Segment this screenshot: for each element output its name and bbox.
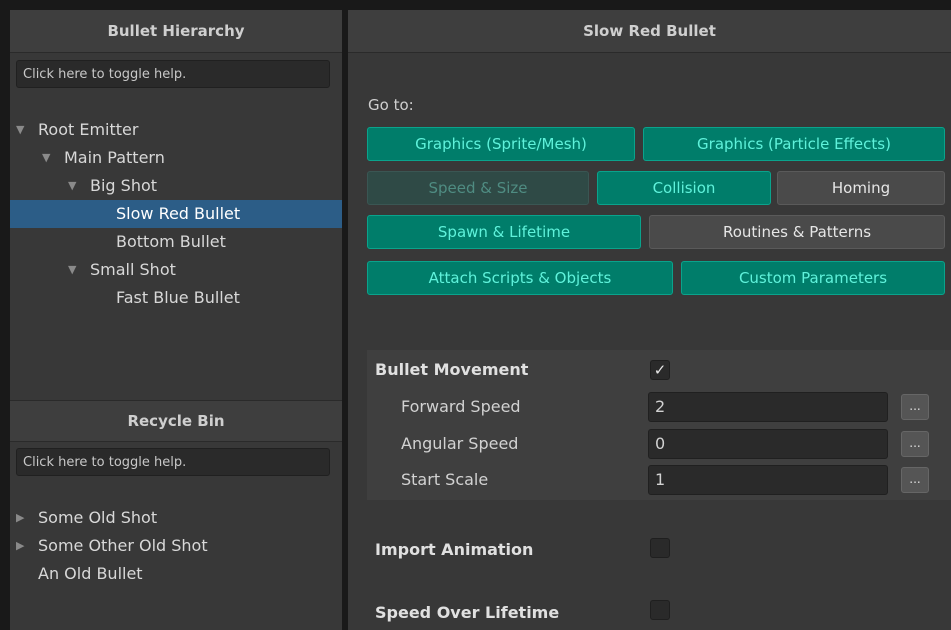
angular-speed-label: Angular Speed: [401, 434, 519, 453]
speed-over-lifetime-checkbox[interactable]: [650, 600, 670, 620]
angular-speed-row: Angular Speed 0 ...: [367, 427, 951, 461]
bullet-movement-label: Bullet Movement: [375, 360, 529, 379]
tree-item-bottom-bullet[interactable]: Bottom Bullet: [10, 228, 342, 256]
forward-speed-options-button[interactable]: ...: [901, 394, 929, 420]
forward-speed-input[interactable]: 2: [648, 392, 888, 422]
tree-item-root-emitter[interactable]: ▼ Root Emitter: [10, 116, 342, 144]
routines-patterns-button[interactable]: Routines & Patterns: [649, 215, 945, 249]
expand-triangle-icon[interactable]: ▼: [42, 144, 50, 172]
bin-item-some-old-shot[interactable]: ▶ Some Old Shot: [10, 504, 342, 532]
bullet-movement-row: Bullet Movement ✓: [367, 353, 951, 387]
tree-item-small-shot[interactable]: ▼ Small Shot: [10, 256, 342, 284]
bin-item-an-old-bullet[interactable]: An Old Bullet: [10, 560, 342, 588]
tree-item-label: Bottom Bullet: [116, 232, 226, 251]
bin-item-label: Some Old Shot: [38, 508, 158, 527]
tree-item-label: Main Pattern: [64, 148, 165, 167]
homing-button[interactable]: Homing: [777, 171, 945, 205]
hierarchy-help-toggle[interactable]: Click here to toggle help.: [16, 60, 330, 88]
bullet-inspector-panel: Slow Red Bullet Go to: Graphics (Sprite/…: [348, 10, 951, 630]
graphics-particle-effects-button[interactable]: Graphics (Particle Effects): [643, 127, 945, 161]
start-scale-label: Start Scale: [401, 470, 489, 489]
collision-button[interactable]: Collision: [597, 171, 771, 205]
bullet-movement-section: Bullet Movement ✓ Forward Speed 2 ... An…: [367, 350, 951, 500]
tree-item-label: Small Shot: [90, 260, 176, 279]
inspector-title: Slow Red Bullet: [348, 10, 951, 53]
collapsed-triangle-icon[interactable]: ▶: [16, 504, 24, 532]
collapsed-triangle-icon[interactable]: ▶: [16, 532, 24, 560]
spawn-lifetime-button[interactable]: Spawn & Lifetime: [367, 215, 641, 249]
angular-speed-options-button[interactable]: ...: [901, 431, 929, 457]
expand-triangle-icon[interactable]: ▼: [16, 116, 24, 144]
start-scale-input[interactable]: 1: [648, 465, 888, 495]
bullet-hierarchy-panel: Bullet Hierarchy Click here to toggle he…: [10, 10, 342, 630]
tree-item-label: Root Emitter: [38, 120, 139, 139]
tree-item-label: Slow Red Bullet: [116, 204, 241, 223]
attach-scripts-objects-button[interactable]: Attach Scripts & Objects: [367, 261, 673, 295]
expand-triangle-icon[interactable]: ▼: [68, 256, 76, 284]
tree-item-fast-blue-bullet[interactable]: Fast Blue Bullet: [10, 284, 342, 312]
speed-over-lifetime-label: Speed Over Lifetime: [375, 603, 560, 622]
tree-item-label: Fast Blue Bullet: [116, 288, 240, 307]
bullet-movement-checkbox[interactable]: ✓: [650, 360, 670, 380]
import-animation-label: Import Animation: [375, 540, 534, 559]
tree-item-big-shot[interactable]: ▼ Big Shot: [10, 172, 342, 200]
hierarchy-tree: ▼ Root Emitter ▼ Main Pattern ▼ Big Shot…: [10, 116, 342, 312]
custom-parameters-button[interactable]: Custom Parameters: [681, 261, 945, 295]
recycle-bin-help-toggle[interactable]: Click here to toggle help.: [16, 448, 330, 476]
forward-speed-row: Forward Speed 2 ...: [367, 390, 951, 424]
speed-size-button[interactable]: Speed & Size: [367, 171, 589, 205]
graphics-sprite-mesh-button[interactable]: Graphics (Sprite/Mesh): [367, 127, 635, 161]
start-scale-options-button[interactable]: ...: [901, 467, 929, 493]
angular-speed-input[interactable]: 0: [648, 429, 888, 459]
bin-item-some-other-old-shot[interactable]: ▶ Some Other Old Shot: [10, 532, 342, 560]
tree-item-slow-red-bullet[interactable]: Slow Red Bullet: [10, 200, 342, 228]
recycle-bin-tree: ▶ Some Old Shot ▶ Some Other Old Shot An…: [10, 504, 342, 588]
import-animation-checkbox[interactable]: [650, 538, 670, 558]
bin-item-label: An Old Bullet: [38, 564, 143, 583]
expand-triangle-icon[interactable]: ▼: [68, 172, 76, 200]
bin-item-label: Some Other Old Shot: [38, 536, 208, 555]
forward-speed-label: Forward Speed: [401, 397, 521, 416]
tree-item-main-pattern[interactable]: ▼ Main Pattern: [10, 144, 342, 172]
goto-label: Go to:: [368, 96, 414, 114]
start-scale-row: Start Scale 1 ...: [367, 463, 951, 497]
tree-item-label: Big Shot: [90, 176, 158, 195]
recycle-bin-title: Recycle Bin: [10, 400, 342, 442]
bullet-hierarchy-title: Bullet Hierarchy: [10, 10, 342, 53]
